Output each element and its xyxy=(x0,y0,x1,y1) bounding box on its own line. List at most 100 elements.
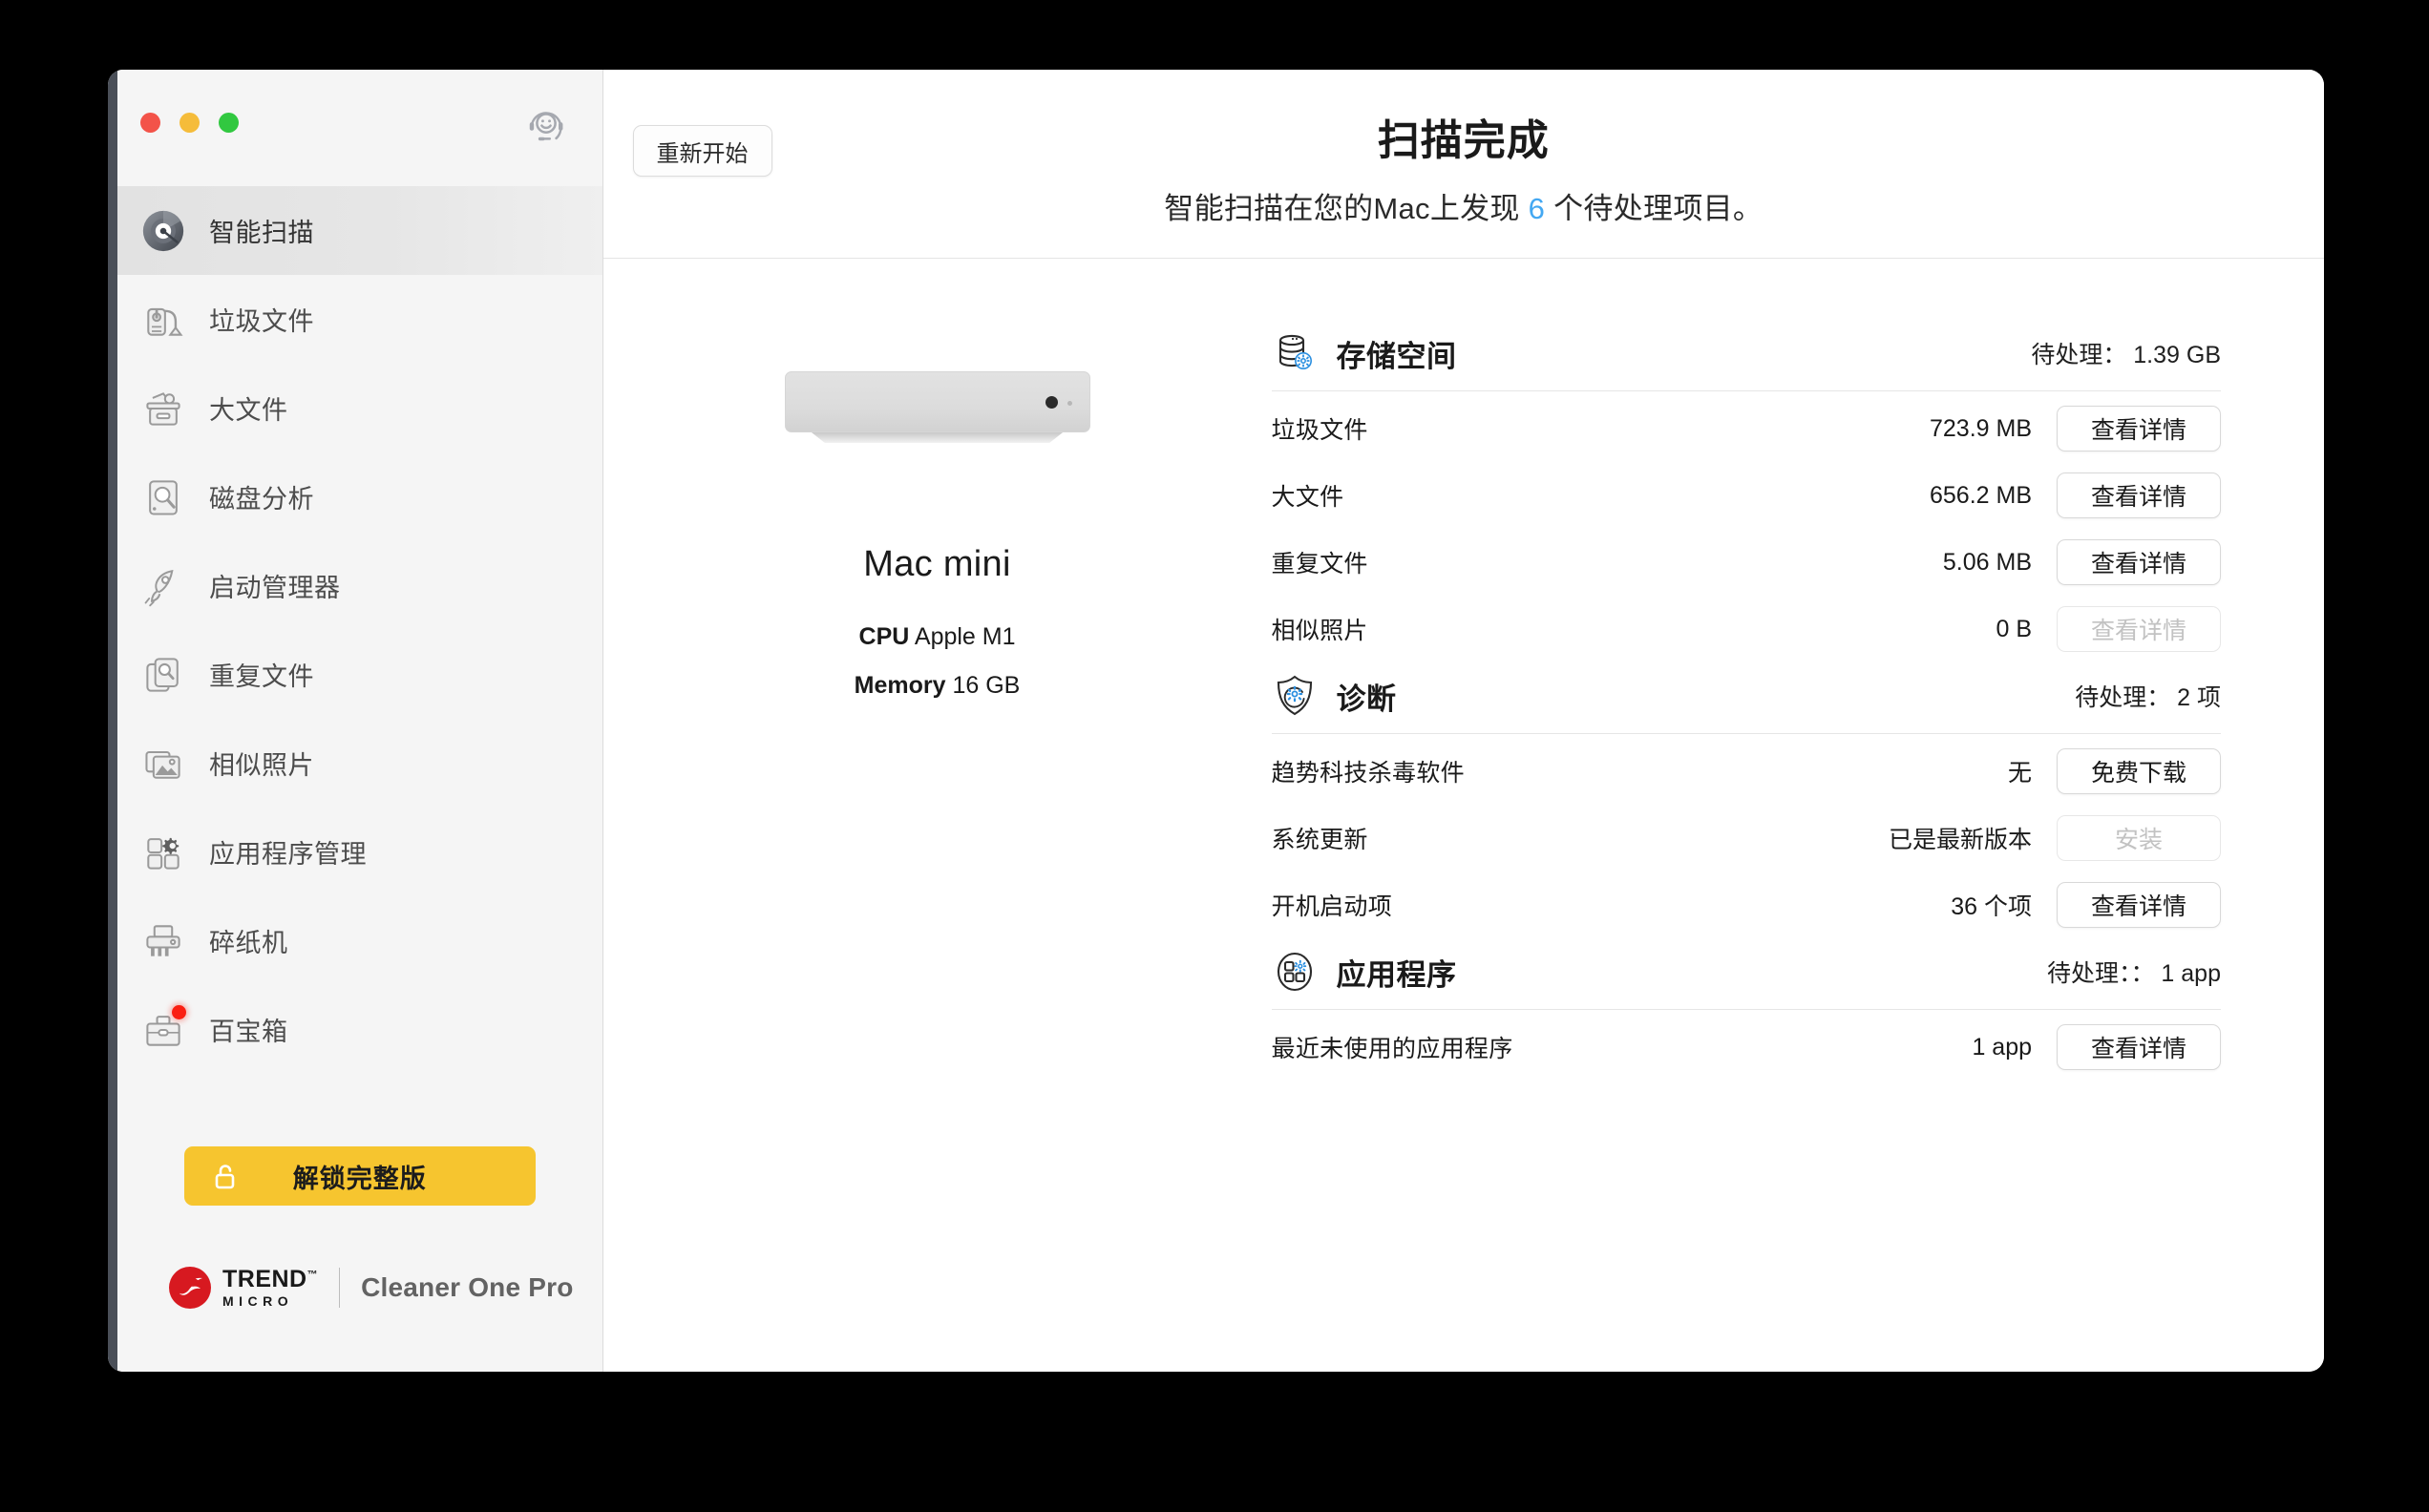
close-button[interactable] xyxy=(140,113,160,133)
group-title: 存储空间 xyxy=(1336,339,1457,373)
row-value: 36 个项 xyxy=(1951,893,2032,920)
device-spec-memory: Memory 16 GB xyxy=(855,672,1021,700)
result-row: 垃圾文件 723.9 MB 查看详情 xyxy=(1272,395,2221,462)
sidebar-item-label: 应用程序管理 xyxy=(209,840,367,869)
result-row: 重复文件 5.06 MB 查看详情 xyxy=(1272,529,2221,596)
brand-line1: TREND xyxy=(222,1266,307,1292)
install-button-disabled: 安装 xyxy=(2057,815,2221,861)
row-value: 723.9 MB xyxy=(1929,414,2032,442)
free-download-button[interactable]: 免费下载 xyxy=(2057,748,2221,794)
mac-mini-port xyxy=(1045,396,1058,409)
result-row: 大文件 656.2 MB 查看详情 xyxy=(1272,462,2221,529)
result-group-storage: 存储空间 待处理： 1.39 GB 垃圾文件 723.9 MB 查看详情 大文件… xyxy=(1271,320,2221,662)
results-panel: 存储空间 待处理： 1.39 GB 垃圾文件 723.9 MB 查看详情 大文件… xyxy=(1271,259,2324,1372)
group-header: 应用程序 待处理：： 1 app xyxy=(1272,938,2221,1009)
scan-summary: 智能扫描在您的Mac上发现 6 个待处理项目。 xyxy=(642,184,2286,227)
result-group-applications: 应用程序 待处理：： 1 app 最近未使用的应用程序 1 app 查看详情 xyxy=(1271,938,2221,1081)
diagnostics-shield-icon xyxy=(1272,673,1318,719)
traffic-light-buttons xyxy=(140,113,239,133)
window-left-edge-strip xyxy=(108,70,117,1372)
sidebar-item-junk-files[interactable]: 垃圾文件 xyxy=(117,275,602,364)
group-header: 诊断 待处理： 2 项 xyxy=(1272,662,2221,733)
product-name: Cleaner One Pro xyxy=(361,1272,574,1302)
similar-photos-icon xyxy=(138,739,188,788)
sidebar-item-big-files[interactable]: 大文件 xyxy=(117,364,602,452)
row-value: 0 B xyxy=(1996,615,2032,642)
storage-database-icon xyxy=(1272,330,1318,376)
sidebar-item-label: 碎纸机 xyxy=(209,929,288,957)
group-divider xyxy=(1271,733,2221,734)
footer-spacer xyxy=(146,1316,574,1372)
view-details-button[interactable]: 查看详情 xyxy=(2057,406,2221,452)
sidebar-item-similar-photos[interactable]: 相似照片 xyxy=(117,719,602,808)
sidebar-item-label: 大文件 xyxy=(209,396,288,425)
row-label: 垃圾文件 xyxy=(1271,417,1368,444)
support-headset-icon[interactable] xyxy=(524,104,568,148)
view-details-button-disabled: 查看详情 xyxy=(2057,606,2221,652)
mac-mini-illustration xyxy=(784,371,1090,453)
result-row: 相似照片 0 B 查看详情 xyxy=(1272,596,2221,662)
group-pending-total: 待处理： 1.39 GB xyxy=(2031,342,2221,368)
result-row: 趋势科技杀毒软件 无 免费下载 xyxy=(1272,738,2221,805)
notification-badge xyxy=(172,1004,186,1019)
row-value: 656.2 MB xyxy=(1929,481,2032,509)
result-row: 开机启动项 36 个项 查看详情 xyxy=(1272,872,2221,938)
group-divider xyxy=(1271,390,2221,391)
device-panel: Mac mini CPU Apple M1 Memory 16 GB xyxy=(603,259,1272,1372)
sidebar-item-duplicate-files[interactable]: 重复文件 xyxy=(117,630,602,719)
sidebar-footer: 解锁完整版 TREND™ MICRO Cleaner One Pro xyxy=(117,1146,602,1372)
row-value: 5.06 MB xyxy=(1942,548,2032,576)
unlock-icon xyxy=(211,1162,240,1190)
group-title: 诊断 xyxy=(1336,682,1397,716)
file-shredder-icon xyxy=(138,916,188,966)
sidebar-item-label: 相似照片 xyxy=(209,751,314,780)
group-pending-total: 待处理：： 1 app xyxy=(2046,960,2221,987)
result-row: 系统更新 已是最新版本 安装 xyxy=(1272,805,2221,872)
trend-micro-wordmark: TREND™ MICRO xyxy=(222,1266,319,1309)
view-details-button[interactable]: 查看详情 xyxy=(2057,1024,2221,1070)
spec-key: CPU xyxy=(858,623,910,650)
spec-value: 16 GB xyxy=(952,672,1021,699)
row-label: 相似照片 xyxy=(1271,618,1368,644)
disk-map-icon xyxy=(138,472,188,522)
summary-prefix: 智能扫描在您的Mac上发现 xyxy=(1164,192,1520,225)
unlock-full-version-button[interactable]: 解锁完整版 xyxy=(183,1146,536,1206)
row-label: 最近未使用的应用程序 xyxy=(1271,1036,1513,1062)
app-window: 智能扫描 垃圾文件 大文件 磁盘分析 启动管理器 重复文件 相似照片 应用程序管… xyxy=(108,70,2324,1372)
group-header: 存储空间 待处理： 1.39 GB xyxy=(1272,320,2221,390)
sidebar-item-label: 智能扫描 xyxy=(209,219,314,247)
smart-scan-icon xyxy=(138,206,188,256)
group-title: 应用程序 xyxy=(1336,957,1457,992)
page-title: 扫描完成 xyxy=(1377,117,1550,164)
startup-manager-icon xyxy=(138,561,188,611)
sidebar-item-toolbox[interactable]: 百宝箱 xyxy=(117,985,602,1074)
zoom-button[interactable] xyxy=(219,113,239,133)
sidebar: 智能扫描 垃圾文件 大文件 磁盘分析 启动管理器 重复文件 相似照片 应用程序管… xyxy=(117,70,603,1372)
brand-divider xyxy=(339,1268,341,1308)
toolbox-icon xyxy=(138,1004,188,1055)
spec-key: Memory xyxy=(854,672,946,699)
mac-mini-base-shadow xyxy=(811,432,1064,443)
view-details-button[interactable]: 查看详情 xyxy=(2057,472,2221,518)
mac-mini-led xyxy=(1067,401,1072,406)
view-details-button[interactable]: 查看详情 xyxy=(2057,539,2221,585)
summary-suffix: 个待处理项目。 xyxy=(1553,192,1764,225)
row-value: 无 xyxy=(2007,760,2032,787)
sidebar-item-label: 磁盘分析 xyxy=(209,485,314,514)
junk-files-icon xyxy=(138,295,188,345)
sidebar-item-file-shredder[interactable]: 碎纸机 xyxy=(117,896,602,985)
row-label: 重复文件 xyxy=(1271,551,1368,578)
header-center: 扫描完成 智能扫描在您的Mac上发现 6 个待处理项目。 xyxy=(603,106,2324,227)
sidebar-item-startup-manager[interactable]: 启动管理器 xyxy=(117,541,602,630)
pending-items-count: 6 xyxy=(1528,192,1546,225)
sidebar-item-smart-scan[interactable]: 智能扫描 xyxy=(117,186,602,275)
row-label: 大文件 xyxy=(1271,484,1344,511)
sidebar-item-disk-map[interactable]: 磁盘分析 xyxy=(117,452,602,541)
duplicate-files-icon xyxy=(138,650,188,700)
view-details-button[interactable]: 查看详情 xyxy=(2057,882,2221,928)
sidebar-item-label: 重复文件 xyxy=(209,662,314,691)
sidebar-item-app-manager[interactable]: 应用程序管理 xyxy=(117,808,602,896)
trademark-symbol: ™ xyxy=(306,1269,319,1281)
brand-row: TREND™ MICRO Cleaner One Pro xyxy=(146,1259,574,1316)
minimize-button[interactable] xyxy=(180,113,200,133)
